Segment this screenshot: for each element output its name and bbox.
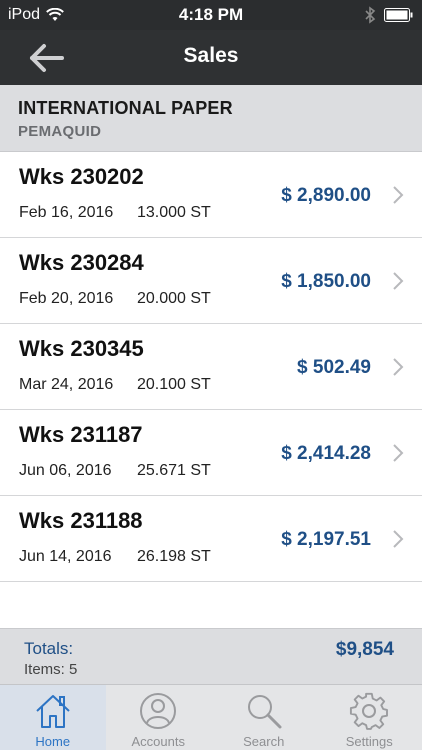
- account-name: INTERNATIONAL PAPER: [18, 98, 233, 118]
- sale-date: Feb 20, 2016: [19, 290, 114, 307]
- sales-row[interactable]: Wks 231188 Jun 14, 2016 26.198 ST $ 2,19…: [0, 496, 422, 582]
- sale-quantity: 20.100 ST: [137, 376, 211, 393]
- tab-label: Accounts: [131, 734, 185, 749]
- account-header: INTERNATIONAL PAPER PEMAQUID: [0, 85, 422, 152]
- ticket-number: Wks 230284: [19, 250, 144, 275]
- sales-row[interactable]: Wks 230202 Feb 16, 2016 13.000 ST $ 2,89…: [0, 152, 422, 238]
- sales-row[interactable]: Wks 230284 Feb 20, 2016 20.000 ST $ 1,85…: [0, 238, 422, 324]
- status-bar: iPod 4:18 PM: [0, 0, 422, 30]
- home-icon: [36, 695, 70, 728]
- tab-settings[interactable]: Settings: [317, 685, 422, 750]
- gear-icon: [350, 692, 389, 730]
- bluetooth-icon: [365, 6, 376, 24]
- chevron-right-icon: [393, 358, 404, 376]
- tab-label: Home: [35, 734, 71, 749]
- sales-list: Wks 230202 Feb 16, 2016 13.000 ST $ 2,89…: [0, 152, 422, 582]
- sale-date: Jun 14, 2016: [19, 548, 112, 565]
- page-title: Sales: [183, 44, 239, 67]
- sale-quantity: 26.198 ST: [137, 548, 211, 565]
- sales-row[interactable]: Wks 231187 Jun 06, 2016 25.671 ST $ 2,41…: [0, 410, 422, 496]
- chevron-right-icon: [393, 186, 404, 204]
- chevron-right-icon: [393, 444, 404, 462]
- totals-label: Totals:: [24, 639, 74, 658]
- tab-search[interactable]: Search: [211, 685, 317, 750]
- tab-bar: Home Accounts Search Settings: [0, 684, 422, 750]
- chevron-right-icon: [393, 530, 404, 548]
- sale-amount: $ 502.49: [297, 357, 371, 378]
- ticket-number: Wks 230345: [19, 336, 144, 361]
- totals-bar: Totals: Items: 5 $9,854: [0, 628, 422, 684]
- nav-bar: Sales: [0, 30, 422, 85]
- tab-accounts[interactable]: Accounts: [106, 685, 212, 750]
- sale-amount: $ 2,197.51: [281, 529, 371, 550]
- status-right: [364, 6, 414, 24]
- ticket-number: Wks 231188: [19, 508, 143, 533]
- sales-row[interactable]: Wks 230345 Mar 24, 2016 20.100 ST $ 502.…: [0, 324, 422, 410]
- ticket-number: Wks 230202: [19, 164, 144, 189]
- user-icon: [140, 693, 177, 729]
- sale-amount: $ 2,890.00: [281, 185, 371, 206]
- sale-quantity: 20.000 ST: [137, 290, 211, 307]
- search-icon: [247, 695, 282, 729]
- sale-date: Jun 06, 2016: [19, 462, 112, 479]
- chevron-right-icon: [393, 272, 404, 290]
- ticket-number: Wks 231187: [19, 422, 143, 447]
- sale-date: Feb 16, 2016: [19, 204, 114, 221]
- items-count: Items: 5: [24, 661, 78, 678]
- sale-quantity: 13.000 ST: [137, 204, 211, 221]
- tab-label: Settings: [345, 734, 393, 749]
- tab-home[interactable]: Home: [0, 685, 106, 750]
- totals-amount: $9,854: [335, 639, 394, 660]
- sale-amount: $ 2,414.28: [281, 443, 371, 464]
- account-location: PEMAQUID: [18, 123, 102, 140]
- sale-amount: $ 1,850.00: [281, 271, 371, 292]
- status-time: 4:18 PM: [178, 5, 244, 24]
- battery-icon: [384, 8, 413, 22]
- sale-quantity: 25.671 ST: [137, 462, 211, 479]
- tab-label: Search: [243, 734, 285, 749]
- sale-date: Mar 24, 2016: [19, 376, 114, 393]
